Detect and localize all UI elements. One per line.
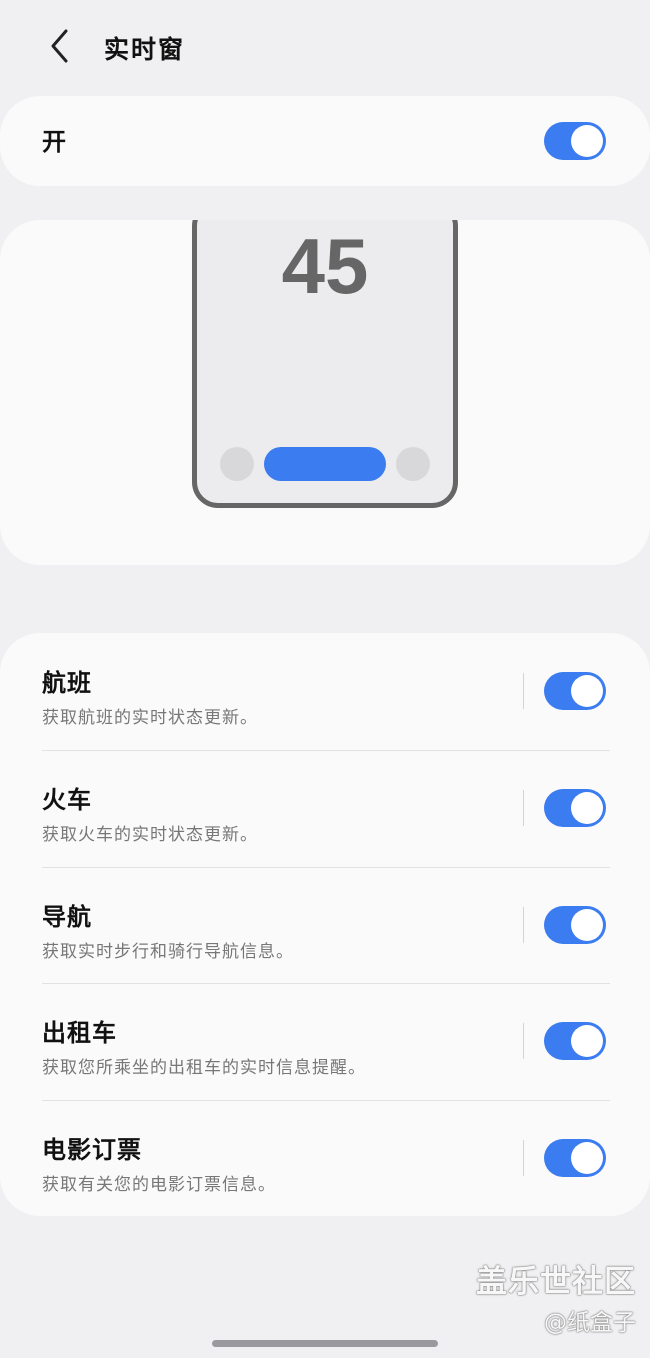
list-item-movie-tickets[interactable]: 电影订票 获取有关您的电影订票信息。 <box>0 1100 650 1216</box>
preview-dot-right <box>396 447 430 481</box>
toggle-knob <box>571 909 603 941</box>
watermark-sub: @纸盒子 <box>544 1310 636 1336</box>
master-toggle[interactable] <box>544 122 606 160</box>
flight-toggle[interactable] <box>544 672 606 710</box>
list-item-train[interactable]: 火车 获取火车的实时状态更新。 <box>0 750 650 866</box>
live-window-apps-list: 航班 获取航班的实时状态更新。 火车 获取火车的实时状态更新。 导航 获取实时步… <box>0 633 650 1216</box>
live-window-preview: 45 <box>0 220 650 565</box>
list-item-flight[interactable]: 航班 获取航班的实时状态更新。 <box>0 633 650 749</box>
toggle-knob <box>571 1142 603 1174</box>
preview-live-pill <box>264 447 386 481</box>
row-separator <box>523 907 524 943</box>
list-item-title: 出租车 <box>42 1018 117 1047</box>
home-indicator[interactable] <box>212 1340 438 1347</box>
movie-tickets-toggle[interactable] <box>544 1139 606 1177</box>
train-toggle[interactable] <box>544 789 606 827</box>
list-item-description: 获取火车的实时状态更新。 <box>42 825 258 845</box>
back-button[interactable] <box>40 26 80 66</box>
row-separator <box>523 790 524 826</box>
phone-illustration: 45 <box>192 220 458 508</box>
list-item-title: 电影订票 <box>42 1135 142 1164</box>
master-switch-card[interactable]: 开 <box>0 96 650 186</box>
list-item-description: 获取您所乘坐的出租车的实时信息提醒。 <box>42 1058 366 1078</box>
list-item-title: 导航 <box>42 902 92 931</box>
row-separator <box>523 1023 524 1059</box>
toggle-knob <box>571 1025 603 1057</box>
list-item-navigation[interactable]: 导航 获取实时步行和骑行导航信息。 <box>0 867 650 983</box>
list-item-taxi[interactable]: 出租车 获取您所乘坐的出租车的实时信息提醒。 <box>0 983 650 1099</box>
watermark-main: 盖乐世社区 <box>476 1264 636 1300</box>
preview-dot-left <box>220 447 254 481</box>
page-title: 实时窗 <box>104 35 186 64</box>
list-item-description: 获取实时步行和骑行导航信息。 <box>42 942 294 962</box>
toggle-knob <box>571 125 603 157</box>
row-separator <box>523 673 524 709</box>
header-bar: 实时窗 <box>0 0 650 95</box>
list-item-title: 航班 <box>42 668 92 697</box>
toggle-knob <box>571 675 603 707</box>
toggle-knob <box>571 792 603 824</box>
row-separator <box>523 1140 524 1176</box>
list-item-description: 获取航班的实时状态更新。 <box>42 708 258 728</box>
navigation-toggle[interactable] <box>544 906 606 944</box>
list-item-description: 获取有关您的电影订票信息。 <box>42 1175 276 1195</box>
list-item-title: 火车 <box>42 785 92 814</box>
preview-number: 45 <box>281 222 369 310</box>
master-switch-label: 开 <box>42 127 66 156</box>
community-watermark: 盖乐世社区 @纸盒子 <box>476 1256 636 1337</box>
chevron-left-icon <box>51 29 68 63</box>
taxi-toggle[interactable] <box>544 1022 606 1060</box>
